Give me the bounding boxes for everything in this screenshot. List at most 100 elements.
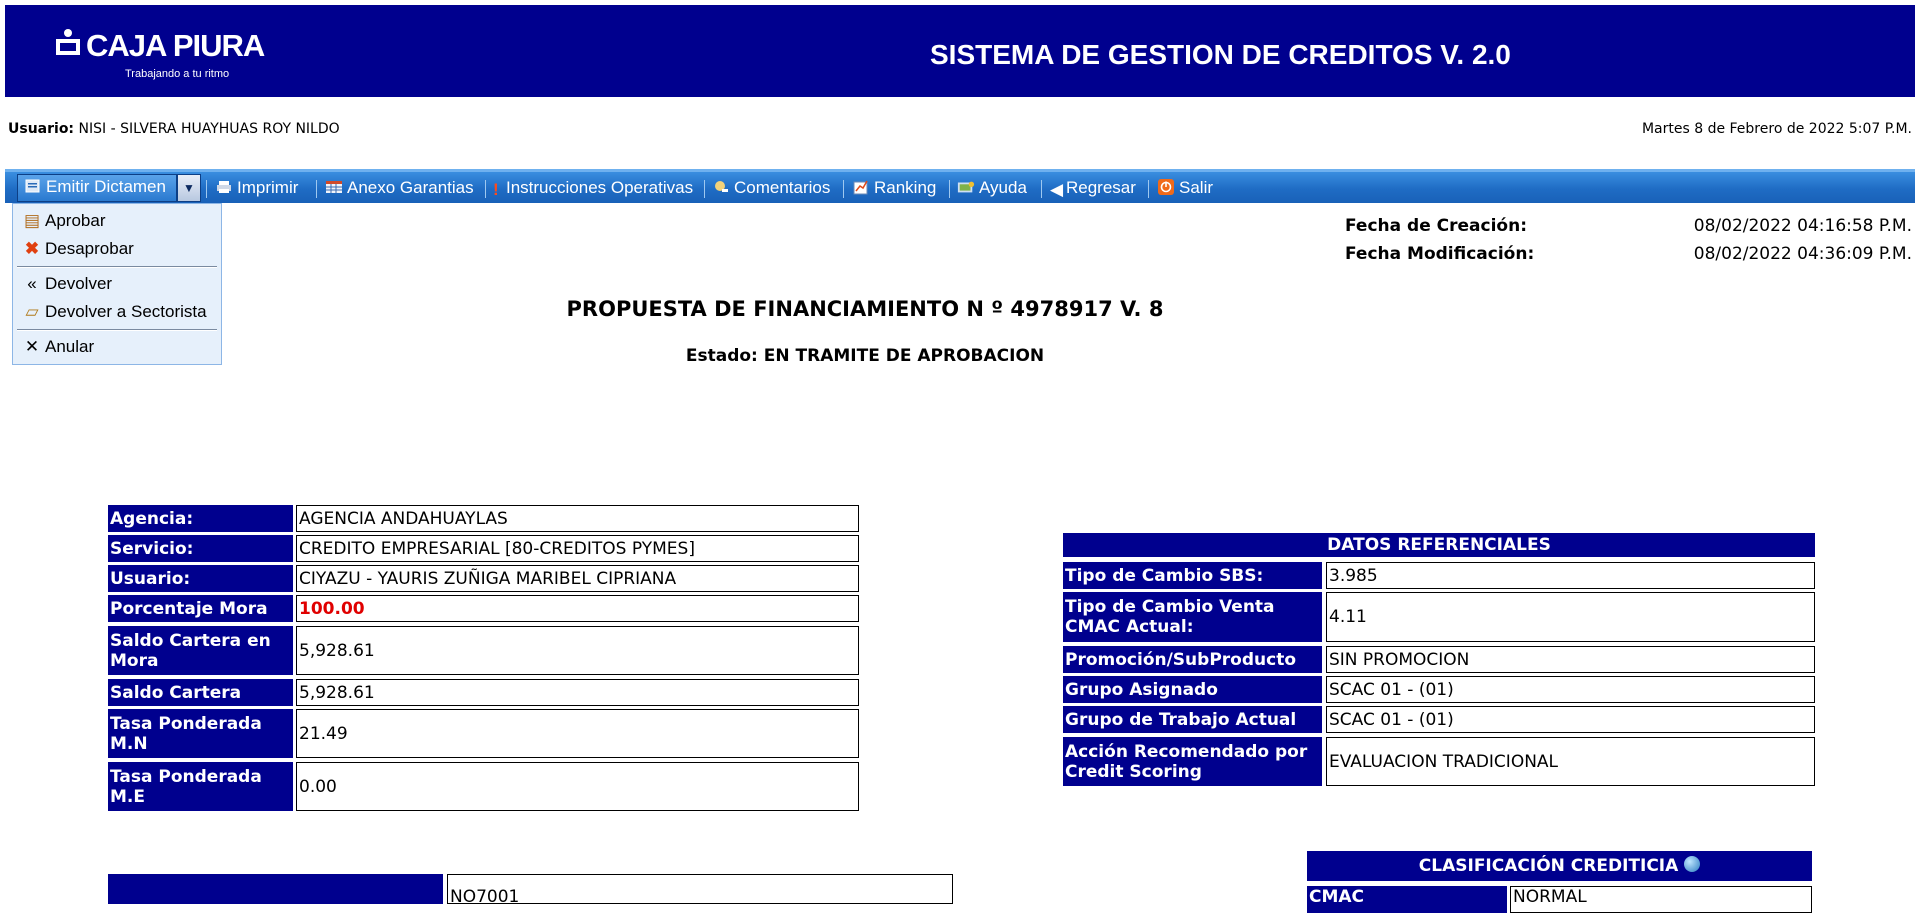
usuario-label: Usuario: (108, 565, 293, 592)
menu-separator (949, 180, 950, 198)
anexo-label: Anexo Garantias (347, 178, 474, 197)
reject-icon: ✖ (24, 239, 40, 258)
power-icon (1158, 179, 1174, 195)
datos-referenciales-header: DATOS REFERENCIALES (1063, 533, 1815, 557)
instrucciones-label: Instrucciones Operativas (506, 178, 694, 197)
fecha-modificacion-label: Fecha Modificación: (1345, 244, 1535, 264)
chevron-down-icon: ▼ (183, 181, 195, 195)
menu-item-desaprobar[interactable]: ✖ Desaprobar (23, 239, 134, 259)
grupo-asignado-label: Grupo Asignado (1063, 676, 1322, 703)
menu-item-aprobar[interactable]: ▤ Aprobar (23, 211, 106, 231)
comentarios-button[interactable]: Comentarios (712, 176, 830, 200)
logo-tagline: Trabajando a tu ritmo (125, 68, 230, 80)
tasa-ponderada-mn-label: Tasa Ponderada M.N (108, 709, 293, 758)
desaprobar-label: Desaprobar (45, 239, 134, 258)
imprimir-label: Imprimir (237, 178, 299, 197)
accion-recomendada-label: Acción Recomendado por Credit Scoring (1063, 737, 1322, 786)
agencia-value: AGENCIA ANDAHUAYLAS (296, 505, 859, 532)
grupo-asignado-value: SCAC 01 - (01) (1326, 676, 1815, 703)
bottom-value-text: NO7001 (450, 887, 520, 904)
comentarios-label: Comentarios (734, 178, 831, 197)
emitir-label: Emitir Dictamen (46, 177, 166, 196)
approve-icon: ▤ (23, 211, 41, 230)
regresar-button[interactable]: ◀ Regresar (1050, 176, 1136, 200)
tasa-ponderada-me-value: 0.00 (296, 762, 859, 811)
exclamation-icon: ! (493, 180, 499, 199)
ayuda-label: Ayuda (979, 178, 1027, 197)
globe-icon (1684, 856, 1701, 872)
emitir-dictamen-button[interactable]: Emitir Dictamen (17, 174, 177, 202)
bottom-label-cell (108, 874, 443, 904)
saldo-cartera-mora-value: 5,928.61 (296, 626, 859, 675)
agencia-label: Agencia: (108, 505, 293, 532)
menu-separator (1041, 180, 1042, 198)
current-datetime: Martes 8 de Febrero de 2022 5:07 P.M. (1641, 121, 1912, 137)
salir-label: Salir (1179, 178, 1214, 197)
saldo-cartera-label: Saldo Cartera (108, 679, 293, 706)
servicio-value: CREDITO EMPRESARIAL [80-CREDITOS PYMES] (296, 535, 859, 562)
porcentaje-mora-label: Porcentaje Mora (108, 595, 293, 622)
ranking-icon (853, 180, 868, 195)
toolbar: Emitir Dictamen ▼ Imprimir Anexo Garanti… (5, 169, 1915, 203)
clasificacion-crediticia-header: CLASIFICACIÓN CREDITICIA (1307, 851, 1812, 881)
usuario-value: CIYAZU - YAURIS ZUÑIGA MARIBEL CIPRIANA (296, 565, 859, 592)
tc-venta-value: 4.11 (1326, 592, 1815, 642)
menu-separator (316, 180, 317, 198)
current-user: Usuario: NISI - SILVERA HUAYHUAS ROY NIL… (8, 121, 340, 137)
salir-button[interactable]: Salir (1157, 176, 1213, 200)
user-value: NISI - SILVERA HUAYHUAS ROY NILDO (78, 121, 340, 137)
tc-sbs-label: Tipo de Cambio SBS: (1063, 562, 1322, 589)
proposal-title: PROPUESTA DE FINANCIAMIENTO N º 4978917 … (566, 297, 1164, 321)
app-title: SISTEMA DE GESTION DE CREDITOS V. 2.0 (930, 39, 1511, 70)
tasa-ponderada-mn-value: 21.49 (296, 709, 859, 758)
menu-item-devolver[interactable]: « Devolver (23, 274, 112, 294)
cmac-value-text: NORMAL (1513, 887, 1587, 907)
promocion-label: Promoción/SubProducto (1063, 646, 1322, 673)
ranking-button[interactable]: Ranking (852, 176, 936, 200)
menu-separator (485, 180, 486, 198)
fecha-creacion-value: 08/02/2022 04:16:58 P.M. (1693, 216, 1912, 236)
imprimir-button[interactable]: Imprimir (215, 176, 298, 200)
fecha-creacion-label: Fecha de Creación: (1345, 216, 1527, 236)
promocion-value: SIN PROMOCION (1326, 646, 1815, 673)
aprobar-label: Aprobar (45, 211, 106, 230)
menu-separator (1148, 180, 1149, 198)
tc-venta-label: Tipo de Cambio Venta CMAC Actual: (1063, 592, 1322, 642)
tasa-ponderada-me-label: Tasa Ponderada M.E (108, 762, 293, 811)
proposal-status: Estado: EN TRAMITE DE APROBACION (685, 346, 1045, 366)
instrucciones-operativas-button[interactable]: ! Instrucciones Operativas (493, 176, 693, 200)
menu-divider (17, 266, 217, 268)
caja-piura-logo: CAJA PIURA Trabajando a tu ritmo (53, 28, 265, 88)
app-header: CAJA PIURA Trabajando a tu ritmo SISTEMA… (5, 5, 1915, 97)
help-icon (957, 181, 975, 193)
saldo-cartera-value: 5,928.61 (296, 679, 859, 706)
document-icon (25, 179, 40, 193)
cmac-value: NORMAL (1510, 886, 1812, 913)
user-label: Usuario: (8, 121, 75, 137)
double-chevron-left-icon: « (27, 274, 37, 293)
emitir-dictamen-menu: ▤ Aprobar ✖ Desaprobar «Devolver ▱ Devolver… (12, 203, 222, 365)
devolver-label: Devolver (45, 274, 113, 293)
fecha-modificacion-value: 08/02/2022 04:36:09 P.M. (1693, 244, 1912, 264)
menu-divider (17, 329, 217, 331)
saldo-cartera-mora-label: Saldo Cartera en Mora (108, 626, 293, 675)
porcentaje-mora-value: 100.00 (296, 595, 859, 622)
table-icon (326, 181, 342, 193)
logo-icon (56, 29, 80, 55)
servicio-label: Servicio: (108, 535, 293, 562)
clasificacion-title: CLASIFICACIÓN CREDITICIA (1418, 856, 1679, 876)
accion-recomendada-value: EVALUACION TRADICIONAL (1326, 737, 1815, 786)
anexo-garantias-button[interactable]: Anexo Garantias (325, 176, 474, 200)
emitir-dropdown-toggle[interactable]: ▼ (177, 174, 201, 202)
printer-icon (217, 181, 231, 193)
grupo-trabajo-label: Grupo de Trabajo Actual (1063, 706, 1322, 733)
regresar-label: Regresar (1066, 178, 1136, 197)
back-arrow-icon: ◀ (1050, 180, 1064, 199)
menu-separator (704, 180, 705, 198)
tc-sbs-value: 3.985 (1326, 562, 1815, 589)
ranking-label: Ranking (874, 178, 937, 197)
logo-text: CAJA PIURA (86, 28, 265, 63)
cmac-label: CMAC (1307, 886, 1507, 913)
menu-separator (206, 180, 207, 198)
ayuda-button[interactable]: Ayuda (957, 176, 1027, 200)
